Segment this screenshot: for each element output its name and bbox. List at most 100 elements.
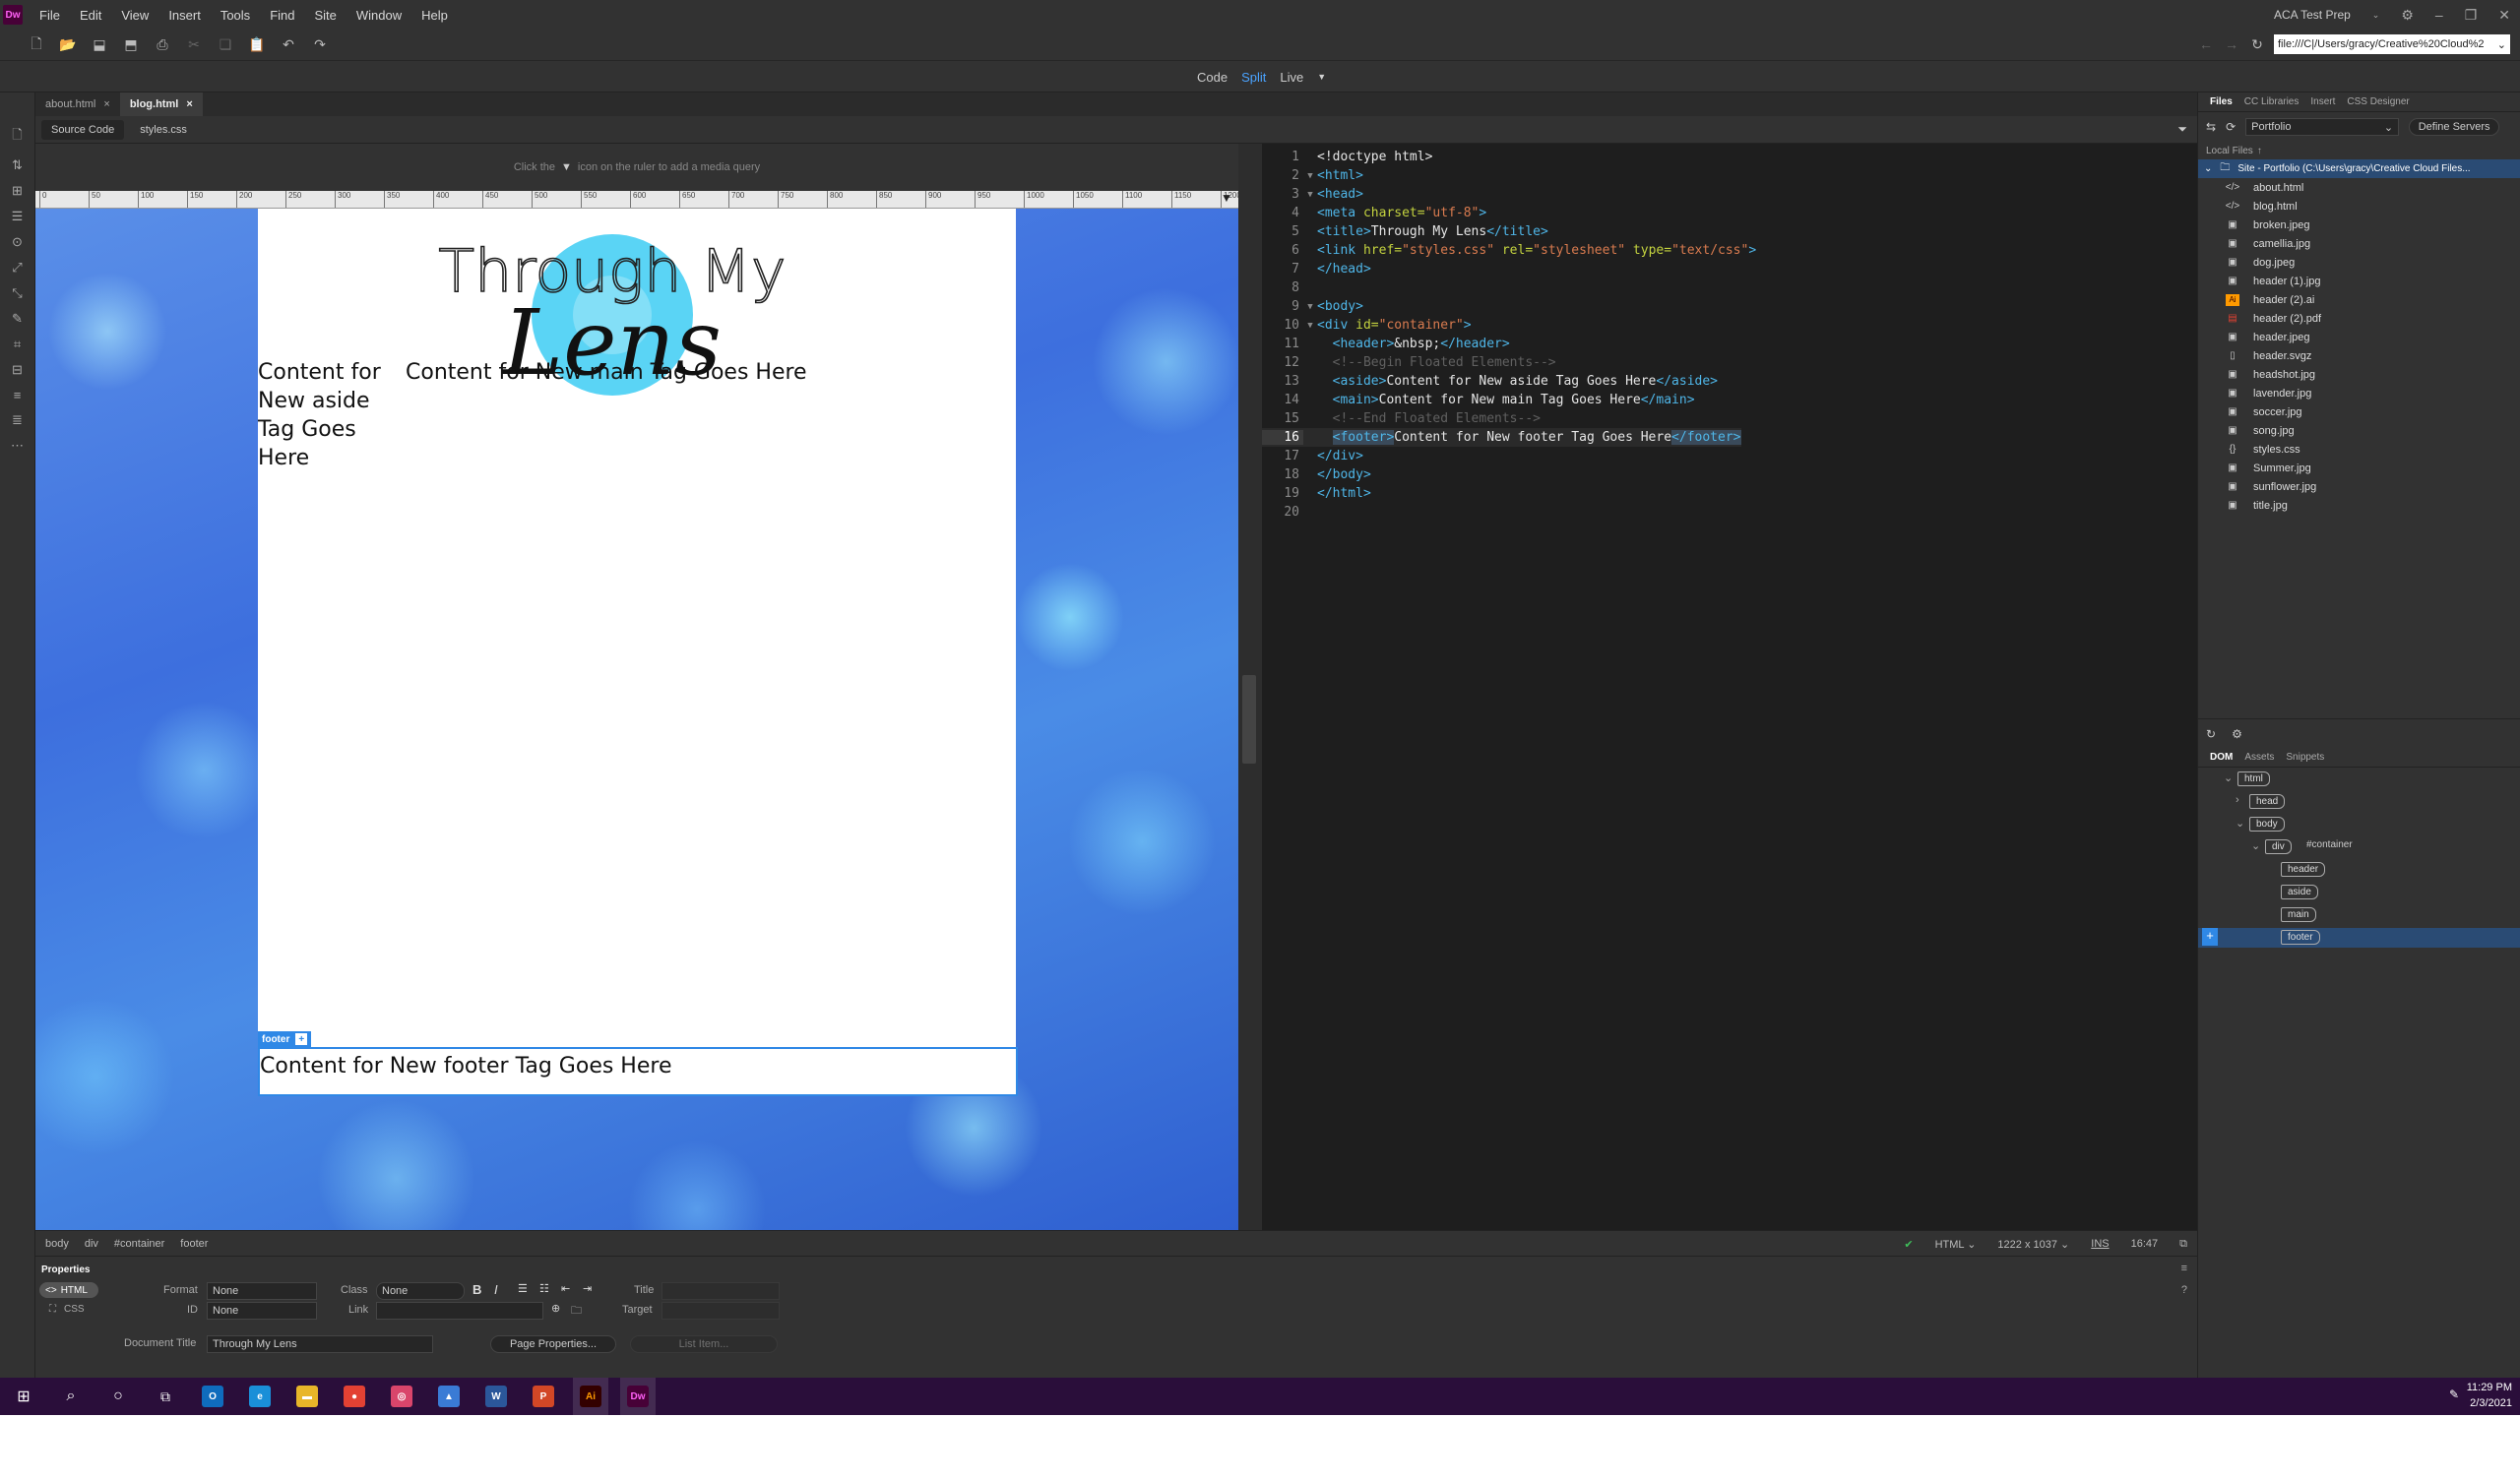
code-line[interactable]: 5 <title> Through My Lens </title> — [1262, 222, 1548, 241]
dom-node-header[interactable]: header — [2281, 862, 2326, 877]
format-select[interactable]: None — [207, 1282, 317, 1300]
html-mode-button[interactable]: <> HTML — [39, 1282, 98, 1298]
code-line[interactable]: 13 <aside> Content for New aside Tag Goes… — [1262, 372, 1718, 391]
scrollbar-thumb[interactable] — [1242, 675, 1256, 764]
file-item[interactable]: ▣ title.jpg — [2198, 496, 2288, 515]
menu-item-file[interactable]: File — [30, 8, 70, 23]
expand-arrow-icon[interactable]: ⌄ — [2236, 817, 2244, 830]
live-view-button[interactable]: Live — [1280, 70, 1303, 85]
outdent-icon[interactable]: ≣ — [12, 412, 23, 428]
outdent-icon[interactable]: ⇤ — [561, 1282, 570, 1295]
tab-cc-libraries[interactable]: CC Libraries — [2238, 96, 2305, 107]
file-item[interactable]: ▣ lavender.jpg — [2198, 384, 2311, 402]
taskbar-app-icon[interactable]: ▬ — [289, 1378, 325, 1415]
code-view[interactable]: 1 <!doctype html> 2 ▼ <html> 3 ▼ <head> 4 <meta c… — [1262, 144, 2197, 1230]
open-icon[interactable]: 📂 — [59, 36, 77, 54]
file-item[interactable]: ▣ song.jpg — [2198, 421, 2294, 440]
ruler[interactable]: 0 50 100 150 200 250 300 350 400 450 500 550 600 650 7… — [35, 191, 1238, 209]
plus-icon[interactable]: + — [295, 1033, 308, 1045]
code-line[interactable]: 10 ▼ <div id= "container" > — [1262, 316, 1471, 335]
link-field[interactable] — [376, 1302, 543, 1320]
fold-arrow-icon[interactable]: ▼ — [1303, 190, 1317, 200]
menu-item-site[interactable]: Site — [304, 8, 346, 23]
refresh-icon[interactable]: ↻ — [2248, 35, 2266, 53]
menu-item-insert[interactable]: Insert — [158, 8, 211, 23]
close-icon[interactable]: × — [103, 98, 109, 110]
italic-button[interactable]: I — [494, 1282, 498, 1297]
print-icon[interactable]: ⎙ — [154, 36, 171, 54]
code-line[interactable]: 7 </head> — [1262, 260, 1371, 278]
code-view-button[interactable]: Code — [1197, 70, 1228, 85]
code-line[interactable]: 1 <!doctype html> — [1262, 148, 1432, 166]
indent-icon[interactable]: ⇥ — [583, 1282, 592, 1295]
chevron-down-icon[interactable]: ⌄ — [2372, 10, 2380, 21]
tab-blog[interactable]: blog.html × — [119, 92, 203, 116]
more-icon[interactable]: ⋯ — [11, 438, 24, 454]
dom-node-footer[interactable]: footer — [2281, 930, 2320, 945]
document-title-field[interactable]: Through My Lens — [207, 1335, 433, 1353]
ordered-list-icon[interactable]: ☷ — [539, 1282, 549, 1295]
css-mode-button[interactable]: ⛶ CSS — [49, 1304, 85, 1315]
language-select[interactable]: HTML ⌄ — [1935, 1238, 1977, 1251]
file-item[interactable]: ▣ dog.jpeg — [2198, 253, 2295, 272]
refresh-icon[interactable]: ↻ — [2206, 727, 2216, 741]
insert-mode[interactable]: INS — [2091, 1238, 2109, 1250]
title-field[interactable] — [662, 1282, 780, 1300]
code-nav-icon[interactable]: ☰ — [12, 209, 24, 224]
add-media-query-icon[interactable]: ▼ — [1221, 191, 1232, 205]
address-bar[interactable]: file:///C|/Users/gracy/Creative%20Cloud%… — [2274, 34, 2510, 54]
taskbar-app-icon[interactable]: P — [526, 1378, 561, 1415]
code-line[interactable]: 4 <meta charset= "utf-8" > — [1262, 204, 1486, 222]
target-select[interactable] — [662, 1302, 780, 1320]
code-line[interactable]: 16 <footer> Content for New footer Tag Go… — [1262, 428, 1741, 447]
code-line[interactable]: 20 — [1262, 503, 1317, 522]
code-line[interactable]: 6 <link href= "styles.css" rel= "stylesheet… — [1262, 241, 1756, 260]
unordered-list-icon[interactable]: ☰ — [518, 1282, 528, 1295]
code-line[interactable]: 18 </body> — [1262, 465, 1370, 484]
footer-element-label[interactable]: footer + — [258, 1031, 312, 1047]
file-item[interactable]: ▣ soccer.jpg — [2198, 402, 2301, 421]
code-line[interactable]: 19 </html> — [1262, 484, 1370, 503]
menu-item-edit[interactable]: Edit — [70, 8, 111, 23]
dom-node-aside[interactable]: aside — [2281, 885, 2318, 899]
page-container[interactable]: Through My Lens Content for New aside Ta… — [258, 209, 1016, 1047]
fold-arrow-icon[interactable]: ▼ — [1303, 321, 1317, 331]
menu-item-help[interactable]: Help — [411, 8, 458, 23]
define-servers-button[interactable]: Define Servers — [2409, 118, 2500, 136]
search-icon[interactable]: ⌕ — [53, 1378, 89, 1415]
comment-icon[interactable]: ⌗ — [14, 337, 21, 352]
code-line[interactable]: 17 </div> — [1262, 447, 1363, 465]
file-item[interactable]: </> about.html — [2198, 178, 2304, 197]
taskbar-app-icon[interactable]: e — [242, 1378, 278, 1415]
expand-arrow-icon[interactable]: ⌄ — [2224, 771, 2233, 784]
cut-icon[interactable]: ✂ — [185, 36, 203, 54]
dom-row-selected[interactable] — [2198, 928, 2520, 948]
fold-arrow-icon[interactable]: ▼ — [1303, 171, 1317, 181]
split-view-button[interactable]: Split — [1241, 70, 1266, 85]
chevron-down-icon[interactable]: ⌄ — [2204, 163, 2212, 174]
maximize-icon[interactable]: ❐ — [2465, 7, 2478, 24]
minimize-icon[interactable]: – — [2435, 7, 2443, 23]
sync-icon[interactable]: ⟳ — [2226, 120, 2236, 134]
clock[interactable]: 11:29 PM 2/3/2021 — [2467, 1380, 2512, 1411]
tab-insert[interactable]: Insert — [2304, 96, 2341, 107]
fold-arrow-icon[interactable]: ▼ — [1303, 302, 1317, 312]
breadcrumb-footer[interactable]: footer — [180, 1238, 208, 1250]
browse-folder-icon[interactable]: 🗀 — [571, 1302, 582, 1321]
file-item[interactable]: ▯ header.svgz — [2198, 346, 2311, 365]
local-files-header[interactable]: Local Files ↑ — [2198, 142, 2520, 159]
cortana-icon[interactable]: ○ — [100, 1378, 136, 1415]
new-file-icon[interactable]: 🗋 — [28, 35, 45, 54]
expand-icon[interactable]: ⤢ — [12, 260, 22, 276]
dom-node-body[interactable]: body — [2249, 817, 2285, 832]
account-name[interactable]: ACA Test Prep — [2274, 8, 2351, 22]
back-icon[interactable]: ← — [2197, 35, 2215, 53]
wrap-icon[interactable]: ⤡ — [12, 285, 22, 301]
inspect-icon[interactable]: ⚙ — [2232, 727, 2242, 741]
save-icon[interactable]: ⬓ — [91, 36, 108, 54]
main-content[interactable]: Content for New main Tag Goes Here — [406, 358, 996, 387]
file-item[interactable]: {} styles.css — [2198, 440, 2300, 459]
connect-icon[interactable]: ⇆ — [2206, 120, 2216, 134]
tab-files[interactable]: Files — [2204, 96, 2238, 107]
list-item-button[interactable]: List Item... — [630, 1335, 778, 1353]
